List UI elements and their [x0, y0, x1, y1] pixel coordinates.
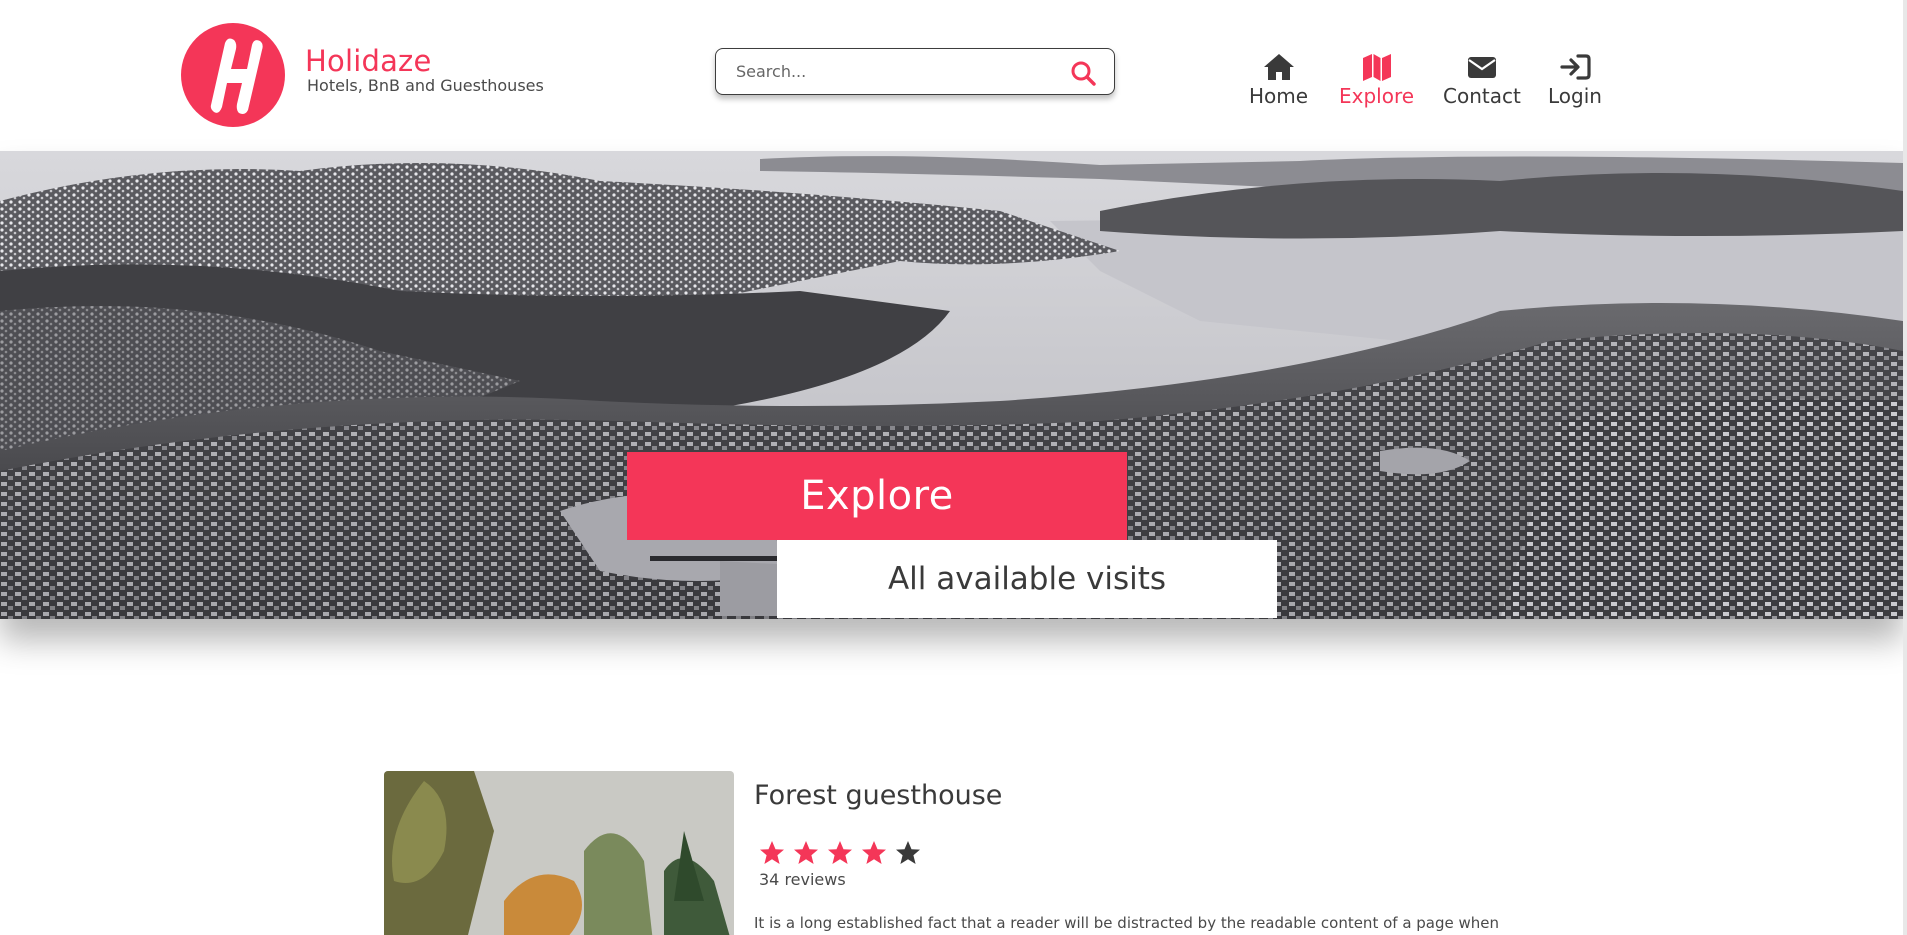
star-rating [758, 839, 922, 867]
listing-card[interactable]: Forest guesthouse 34 reviews It is a lon… [384, 771, 1504, 935]
star-filled-icon [862, 841, 886, 864]
nav-item-contact[interactable]: Contact [1443, 52, 1521, 108]
nav-label-explore: Explore [1339, 84, 1415, 108]
page-scrollbar[interactable] [1903, 0, 1907, 935]
envelope-icon [1467, 57, 1496, 78]
listing-description: It is a long established fact that a rea… [754, 914, 1500, 932]
nav-item-home[interactable]: Home [1249, 52, 1308, 108]
logo-h-mark [210, 38, 263, 114]
hero-subtitle: All available visits [887, 561, 1167, 597]
home-icon [1263, 54, 1294, 80]
map-icon [1362, 54, 1391, 81]
hero-banner: Explore All available visits [0, 151, 1903, 619]
nav-label-login: Login [1548, 84, 1602, 108]
review-count: 34 reviews [759, 870, 846, 889]
listing-image[interactable] [384, 771, 734, 935]
brand-name[interactable]: Holidaze [305, 44, 432, 78]
search-icon[interactable] [1070, 60, 1096, 86]
hero-subtitle-box: All available visits [777, 540, 1277, 618]
listing-photo [384, 771, 734, 935]
nav-label-contact: Contact [1443, 84, 1521, 108]
sign-in-icon [1560, 54, 1591, 80]
hero-title: Explore [800, 473, 954, 519]
star-empty-icon [896, 841, 920, 864]
site-header: Holidaze Hotels, BnB and Guesthouses Hom… [0, 0, 1907, 151]
nav-label-home: Home [1249, 84, 1309, 108]
nav-item-login[interactable]: Login [1548, 52, 1602, 108]
holidaze-logo[interactable] [181, 23, 285, 127]
search-bar [715, 48, 1115, 95]
hero-title-box: Explore [627, 452, 1127, 540]
star-filled-icon [794, 841, 818, 864]
star-filled-icon [828, 841, 852, 864]
listing-title[interactable]: Forest guesthouse [754, 780, 1002, 811]
search-input[interactable] [736, 62, 1066, 81]
brand-tagline: Hotels, BnB and Guesthouses [307, 76, 544, 95]
nav-item-explore[interactable]: Explore [1339, 52, 1414, 108]
star-filled-icon [760, 841, 784, 864]
